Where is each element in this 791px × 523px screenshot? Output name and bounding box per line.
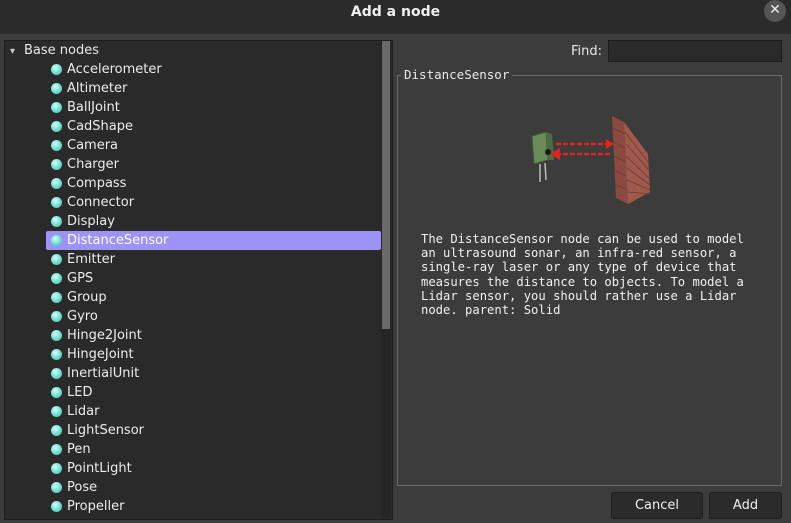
tree-item-connector[interactable]: Connector (5, 193, 381, 212)
tree-scrollbar[interactable] (381, 41, 391, 519)
tree-item-label: Group (67, 290, 107, 305)
node-icon (51, 387, 62, 398)
node-icon (51, 368, 62, 379)
tree-root-base-nodes[interactable]: ▾ Base nodes (10, 41, 99, 60)
tree-item-label: Display (67, 214, 115, 229)
tree-item-label: CadShape (67, 119, 134, 134)
tree-item-charger[interactable]: Charger (5, 155, 381, 174)
tree-item-propeller[interactable]: Propeller (5, 497, 381, 516)
node-icon (51, 444, 62, 455)
tree-item-label: Camera (67, 138, 119, 153)
tree-item-cadshape[interactable]: CadShape (5, 117, 381, 136)
tree-item-pointlight[interactable]: PointLight (5, 459, 381, 478)
tree-item-balljoint[interactable]: BallJoint (5, 98, 381, 117)
title-bar: Add a node ✕ (0, 0, 791, 34)
find-input[interactable] (608, 40, 782, 62)
tree-item-compass[interactable]: Compass (5, 174, 381, 193)
node-description: The DistanceSensor node can be used to m… (421, 232, 744, 318)
tree-item-label: Compass (67, 176, 127, 191)
node-icon (51, 254, 62, 265)
node-icon (51, 425, 62, 436)
tree-item-group[interactable]: Group (5, 288, 381, 307)
node-icon (51, 216, 62, 227)
tree-node-list: Accelerometer Altimeter BallJoint CadShape C… (5, 60, 381, 516)
tree-item-label: Charger (67, 157, 119, 172)
tree-item-label: LED (67, 385, 93, 400)
tree-item-label: BallJoint (67, 100, 120, 115)
node-tree[interactable]: ▾ Base nodes Accelerometer Altimeter BallJo… (4, 40, 393, 520)
tree-item-label: InertialUnit (67, 366, 140, 381)
distance-sensor-preview-image (531, 116, 651, 204)
close-button[interactable]: ✕ (764, 0, 786, 22)
node-info-title: DistanceSensor (401, 67, 513, 82)
tree-item-display[interactable]: Display (5, 212, 381, 231)
node-icon (51, 159, 62, 170)
tree-item-label: Connector (67, 195, 135, 210)
tree-item-label: Hinge2Joint (67, 328, 142, 343)
node-icon (51, 83, 62, 94)
tree-item-distancesensor[interactable]: DistanceSensor (5, 231, 381, 250)
node-icon (51, 349, 62, 360)
node-icon (51, 406, 62, 417)
tree-item-label: Pose (67, 480, 98, 495)
node-icon (51, 102, 62, 113)
node-icon (51, 178, 62, 189)
node-icon (51, 463, 62, 474)
tree-item-label: Pen (67, 442, 91, 457)
tree-item-gps[interactable]: GPS (5, 269, 381, 288)
cancel-button[interactable]: Cancel (611, 492, 703, 519)
tree-item-hinge2joint[interactable]: Hinge2Joint (5, 326, 381, 345)
node-icon (51, 273, 62, 284)
tree-item-altimeter[interactable]: Altimeter (5, 79, 381, 98)
tree-item-hingejoint[interactable]: HingeJoint (5, 345, 381, 364)
node-icon (51, 311, 62, 322)
chevron-down-icon[interactable]: ▾ (10, 42, 24, 61)
tree-item-label: PointLight (67, 461, 132, 476)
dialog-title: Add a node (350, 4, 441, 20)
tree-item-label: GPS (67, 271, 94, 286)
tree-item-label: DistanceSensor (67, 233, 169, 248)
tree-item-led[interactable]: LED (5, 383, 381, 402)
close-icon: ✕ (769, 2, 781, 18)
tree-item-label: Lidar (67, 404, 100, 419)
node-icon (51, 235, 62, 246)
node-icon (51, 330, 62, 341)
tree-item-label: HingeJoint (67, 347, 134, 362)
tree-item-label: Propeller (67, 499, 125, 514)
tree-item-label: Gyro (67, 309, 98, 324)
tree-item-lidar[interactable]: Lidar (5, 402, 381, 421)
node-icon (51, 501, 62, 512)
tree-item-lightsensor[interactable]: LightSensor (5, 421, 381, 440)
tree-item-gyro[interactable]: Gyro (5, 307, 381, 326)
tree-item-pose[interactable]: Pose (5, 478, 381, 497)
add-button[interactable]: Add (709, 492, 782, 519)
tree-item-pen[interactable]: Pen (5, 440, 381, 459)
tree-item-emitter[interactable]: Emitter (5, 250, 381, 269)
tree-item-inertialunit[interactable]: InertialUnit (5, 364, 381, 383)
tree-item-label: LightSensor (67, 423, 145, 438)
node-icon (51, 197, 62, 208)
node-icon (51, 121, 62, 132)
node-icon (51, 482, 62, 493)
tree-root-label: Base nodes (24, 43, 100, 58)
node-icon (51, 140, 62, 151)
tree-item-label: Accelerometer (67, 62, 162, 77)
tree-scrollbar-thumb[interactable] (382, 41, 390, 329)
find-label: Find: (571, 44, 603, 59)
node-icon (51, 64, 62, 75)
tree-item-accelerometer[interactable]: Accelerometer (5, 60, 381, 79)
node-icon (51, 292, 62, 303)
tree-item-label: Altimeter (67, 81, 128, 96)
tree-item-label: Emitter (67, 252, 116, 267)
tree-item-camera[interactable]: Camera (5, 136, 381, 155)
